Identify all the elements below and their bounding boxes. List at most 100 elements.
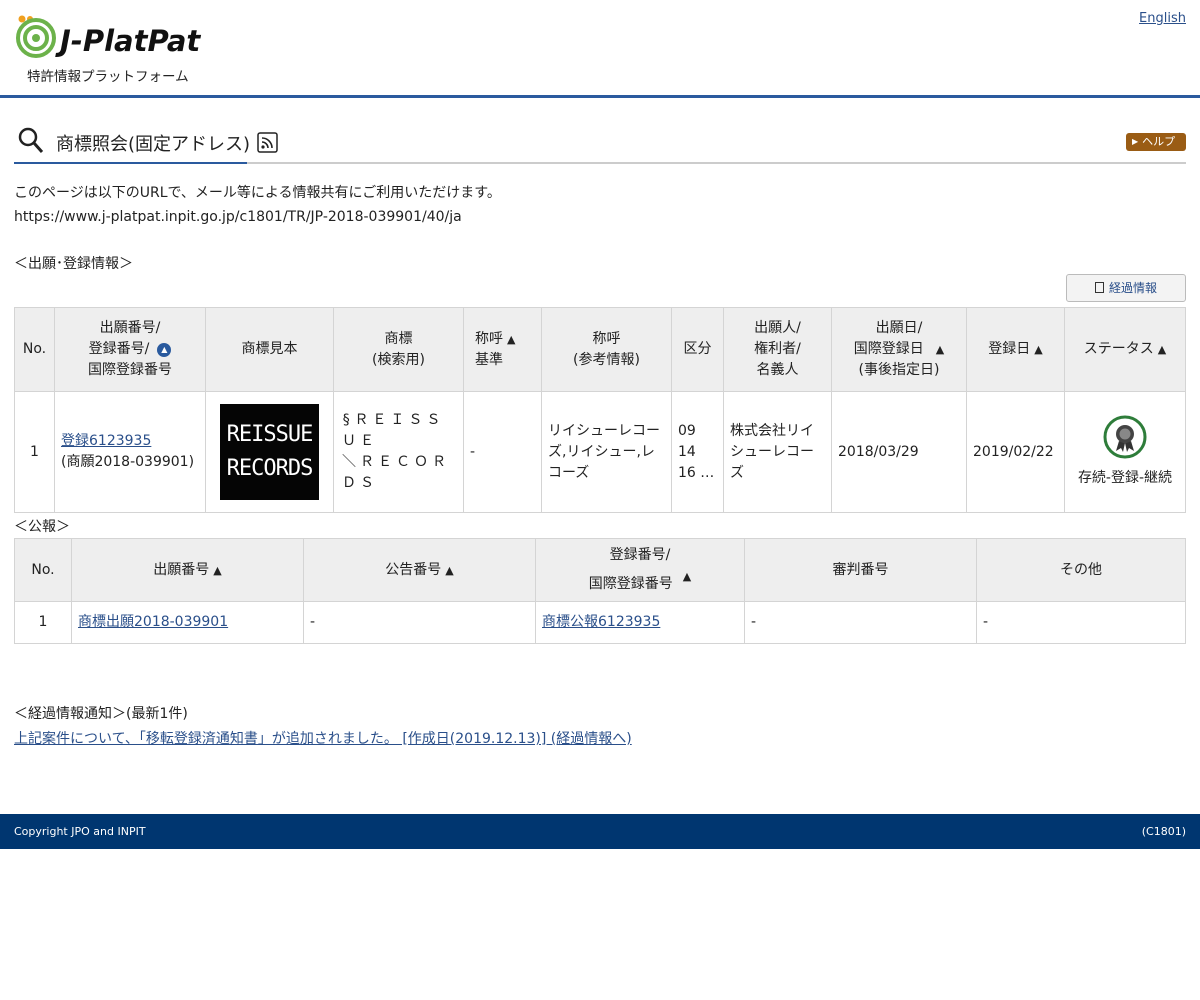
cell-app-date: 2018/03/29	[832, 392, 967, 513]
call-ref-line: ズ,リイシュー,レ	[548, 442, 665, 463]
header-text: 称呼	[475, 331, 503, 347]
sort-icon: ▲	[936, 343, 944, 356]
col-class: 区分	[672, 308, 724, 392]
cell-no: 1	[15, 602, 72, 644]
header-text: 国際登録番号	[589, 576, 673, 592]
history-button-label: 経過情報	[1109, 281, 1157, 295]
registration-number-link[interactable]: 登録6123935	[61, 433, 151, 449]
trademark-text-line: §ＲＥＩＳＳＵＥ	[342, 410, 457, 452]
cell-pub-number: -	[304, 602, 536, 644]
owner-line: ズ	[730, 463, 825, 484]
header-text: 称呼	[593, 331, 621, 347]
application-number: (商願2018-039901)	[61, 454, 194, 470]
title-underline	[14, 162, 247, 164]
col-owner: 出願人/ 権利者/ 名義人	[724, 308, 832, 392]
page-code: (C1801)	[1142, 825, 1186, 838]
application-gazette-link[interactable]: 商標出願2018-039901	[78, 614, 228, 630]
notice-link[interactable]: 上記案件について、「移転登録済通知書」が追加されました。 [作成日(2019.1…	[14, 728, 632, 748]
registration-gazette-link[interactable]: 商標公報6123935	[542, 614, 660, 630]
cell-reg-date: 2019/02/22	[967, 392, 1065, 513]
registration-section-label: ＜出願･登録情報＞	[14, 253, 133, 273]
header-text: 出願番号	[153, 562, 209, 578]
col-app-date[interactable]: 出願日/ 国際登録日▲ (事後指定日)	[832, 308, 967, 392]
help-label: ヘルプ	[1142, 135, 1175, 148]
fixed-url: https://www.j-platpat.inpit.go.jp/c1801/…	[14, 205, 501, 229]
gazette-section-label: ＜公報＞	[14, 516, 70, 536]
logo-swirl-icon	[14, 14, 58, 60]
cell-no: 1	[15, 392, 55, 513]
col-no: No.	[15, 539, 72, 602]
play-icon: ▶	[1132, 137, 1138, 146]
cell-status: 存続-登録-継続	[1065, 392, 1186, 513]
header-text: ステータス	[1084, 341, 1154, 357]
search-icon	[18, 127, 44, 155]
cell-trademark: §ＲＥＩＳＳＵＥ ＼ＲＥＣＯＲＤＳ	[334, 392, 464, 513]
help-button[interactable]: ▶ ヘルプ	[1126, 133, 1186, 151]
header-text: 登録番号/	[89, 341, 150, 357]
header-text: (参考情報)	[573, 352, 640, 368]
history-button[interactable]: 経過情報	[1066, 274, 1186, 302]
col-app-number[interactable]: 出願番号/ 登録番号/ ▲ 国際登録番号	[55, 308, 206, 392]
header-text: (検索用)	[372, 352, 425, 368]
copyright: Copyright JPO and INPIT	[14, 825, 146, 838]
header-text: 登録日	[988, 341, 1030, 357]
header-text: 国際登録日	[854, 341, 924, 357]
page-title-bar: 商標照会(固定アドレス) ▶ヘルプ	[14, 122, 1186, 164]
logo-subtitle: 特許情報プラットフォーム	[27, 65, 189, 85]
cell-trial-number: -	[745, 602, 977, 644]
header-text: 登録番号/	[610, 547, 671, 563]
intro-text: このページは以下のURLで、メール等による情報共有にご利用いただけます。 htt…	[14, 181, 501, 229]
trademark-image: REISSUE RECORDS	[220, 404, 319, 500]
intro-line: このページは以下のURLで、メール等による情報共有にご利用いただけます。	[14, 181, 501, 205]
header-text: 国際登録番号	[88, 362, 172, 378]
cell-owner: 株式会社リイ シューレコー ズ	[724, 392, 832, 513]
header-text: 名義人	[757, 362, 799, 378]
header-text: 出願番号/	[100, 320, 161, 336]
header-text: 基準	[475, 352, 503, 368]
logo-text: J-PlatPat	[60, 24, 200, 58]
col-trademark: 商標 (検索用)	[334, 308, 464, 392]
class-value: 09	[678, 421, 717, 442]
header-text: 商標	[385, 331, 413, 347]
header-text: 権利者/	[754, 341, 801, 357]
table-header-row: No. 出願番号/ 登録番号/▲ 国際登録番号 商標見本 商標 (検索用) 称呼…	[15, 308, 1186, 392]
col-status[interactable]: ステータス ▲	[1065, 308, 1186, 392]
table-header-row: No. 出願番号▲ 公告番号▲ 登録番号/ 国際登録番号▲ 審判番号 その他	[15, 539, 1186, 602]
document-icon	[1095, 282, 1104, 293]
site-header: J-PlatPat 特許情報プラットフォーム English	[0, 0, 1200, 98]
call-ref-line: リイシューレコー	[548, 421, 665, 442]
header-text: (事後指定日)	[859, 362, 940, 378]
notice-label: ＜経過情報通知＞(最新1件)	[14, 703, 188, 723]
class-value: 14	[678, 442, 717, 463]
owner-line: 株式会社リイ	[730, 421, 825, 442]
cell-reg-number: 商標公報6123935	[536, 602, 745, 644]
site-footer: Copyright JPO and INPIT (C1801)	[0, 814, 1200, 849]
sort-icon: ▲	[507, 333, 515, 346]
col-reg-number[interactable]: 登録番号/ 国際登録番号 ▲	[536, 539, 745, 602]
col-pub-number[interactable]: 公告番号▲	[304, 539, 536, 602]
table-row: 1 登録6123935 (商願2018-039901) REISSUE RECO…	[15, 392, 1186, 513]
award-ribbon-icon	[1103, 415, 1147, 459]
cell-app-number: 登録6123935 (商願2018-039901)	[55, 392, 206, 513]
rss-icon[interactable]	[257, 132, 278, 153]
sort-active-icon[interactable]: ▲	[157, 343, 171, 357]
col-call-basis[interactable]: 称呼 ▲ 基準	[464, 308, 542, 392]
col-app-number[interactable]: 出願番号 ▲	[72, 539, 304, 602]
col-reg-date[interactable]: 登録日 ▲	[967, 308, 1065, 392]
col-call-ref: 称呼 (参考情報)	[542, 308, 672, 392]
col-tm-sample: 商標見本	[206, 308, 334, 392]
cell-class: 09 14 16 …	[672, 392, 724, 513]
sort-icon: ▲	[1034, 343, 1042, 356]
sort-icon: ▲	[1158, 343, 1166, 356]
header-text: 公告番号	[385, 562, 441, 578]
sort-icon: ▲	[213, 564, 221, 577]
table-row: 1 商標出願2018-039901 - 商標公報6123935 - -	[15, 602, 1186, 644]
col-trial-number: 審判番号	[745, 539, 977, 602]
sort-icon: ▲	[683, 570, 691, 583]
jplatpat-logo[interactable]: J-PlatPat 特許情報プラットフォーム	[14, 14, 214, 86]
cell-call-basis: -	[464, 392, 542, 513]
registration-table: No. 出願番号/ 登録番号/▲ 国際登録番号 商標見本 商標 (検索用) 称呼…	[14, 307, 1186, 513]
english-link[interactable]: English	[1139, 11, 1186, 26]
class-value: 16 …	[678, 463, 717, 484]
cell-other: -	[977, 602, 1186, 644]
